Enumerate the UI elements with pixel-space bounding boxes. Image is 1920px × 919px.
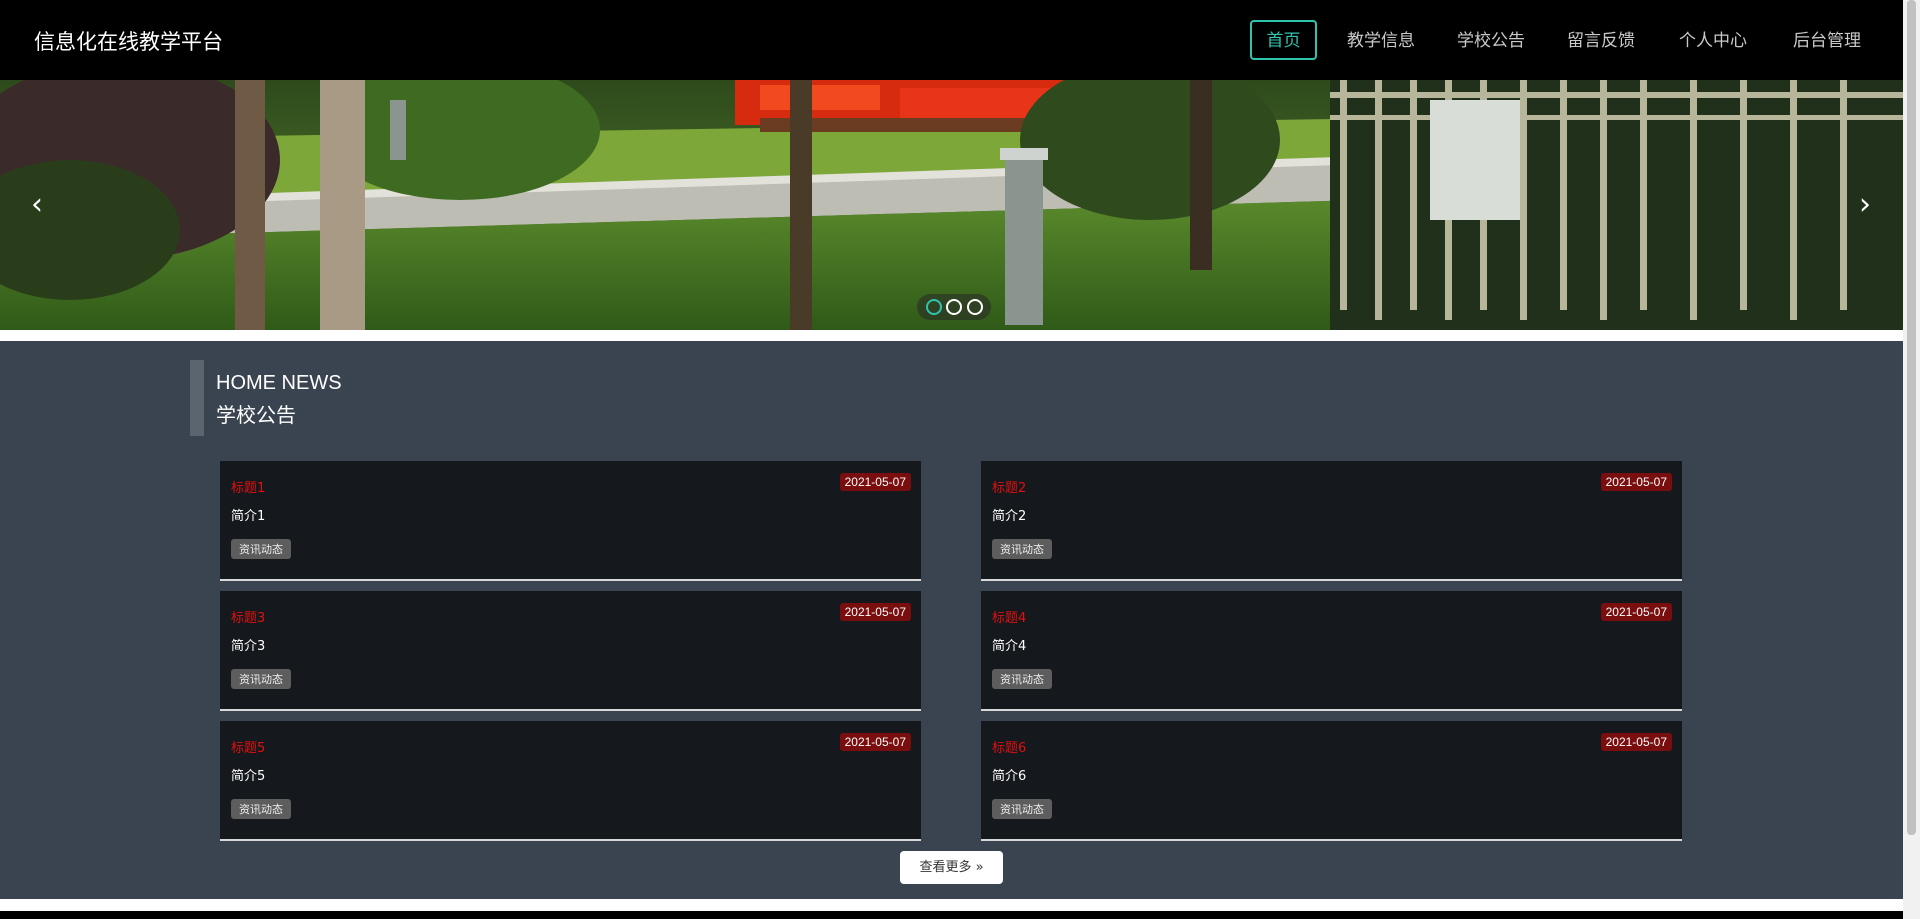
news-card-title[interactable]: 标题4 xyxy=(992,607,1026,626)
footer-bar xyxy=(0,911,1903,919)
news-card-desc: 简介1 xyxy=(231,509,266,524)
news-card-tag: 资讯动态 xyxy=(992,539,1052,559)
section-title-cn: 学校公告 xyxy=(216,403,296,427)
news-card-date: 2021-05-07 xyxy=(839,603,911,621)
news-card-desc: 简介4 xyxy=(992,639,1027,654)
nav-item-admin[interactable]: 后台管理 xyxy=(1785,20,1869,60)
page-scrollbar[interactable] xyxy=(1903,0,1920,919)
news-card-title[interactable]: 标题1 xyxy=(231,477,265,496)
news-card-title[interactable]: 标题3 xyxy=(231,607,265,626)
carousel-dot-2[interactable] xyxy=(946,299,962,315)
nav-item-school-notice[interactable]: 学校公告 xyxy=(1449,20,1533,60)
double-chevron-right-icon: » xyxy=(975,860,984,875)
news-card[interactable]: 标题1 2021-05-07 简介1 资讯动态 xyxy=(220,461,921,581)
carousel-next-icon[interactable]: › xyxy=(1850,190,1880,220)
carousel-dot-3[interactable] xyxy=(966,299,983,315)
news-card-title[interactable]: 标题2 xyxy=(992,477,1026,496)
nav-item-home[interactable]: 首页 xyxy=(1250,20,1317,60)
view-more-button[interactable]: 查看更多 » xyxy=(900,851,1003,884)
carousel-indicators xyxy=(917,294,991,320)
banner-image xyxy=(0,80,1903,330)
news-card[interactable]: 标题3 2021-05-07 简介3 资讯动态 xyxy=(220,591,921,711)
news-card-tag: 资讯动态 xyxy=(231,539,291,559)
news-section: HOME NEWS 学校公告 标题1 2021-05-07 简介1 资讯动态 标… xyxy=(0,341,1903,899)
news-card-desc: 简介3 xyxy=(231,639,266,654)
news-card-date: 2021-05-07 xyxy=(1600,473,1672,491)
news-card-desc: 简介6 xyxy=(992,769,1027,784)
scrollbar-thumb[interactable] xyxy=(1907,0,1916,835)
top-navbar: 信息化在线教学平台 首页 教学信息 学校公告 留言反馈 个人中心 后台管理 xyxy=(0,0,1903,80)
news-card-tag: 资讯动态 xyxy=(992,669,1052,689)
news-card-title[interactable]: 标题6 xyxy=(992,737,1026,756)
news-card-desc: 简介2 xyxy=(992,509,1027,524)
news-card[interactable]: 标题6 2021-05-07 简介6 资讯动态 xyxy=(981,721,1682,841)
divider xyxy=(0,330,1903,341)
news-card-tag: 资讯动态 xyxy=(231,799,291,819)
news-card-desc: 简介5 xyxy=(231,769,266,784)
news-card-tag: 资讯动态 xyxy=(231,669,291,689)
nav-item-personal-center[interactable]: 个人中心 xyxy=(1671,20,1755,60)
news-card-title[interactable]: 标题5 xyxy=(231,737,265,756)
site-brand[interactable]: 信息化在线教学平台 xyxy=(34,26,223,56)
news-card-date: 2021-05-07 xyxy=(1600,603,1672,621)
banner-carousel[interactable]: ‹ › xyxy=(0,80,1903,330)
section-title-en: HOME NEWS xyxy=(216,372,342,394)
section-title-bar xyxy=(190,360,204,436)
carousel-prev-icon[interactable]: ‹ xyxy=(22,190,52,220)
news-card-date: 2021-05-07 xyxy=(839,733,911,751)
nav-item-feedback[interactable]: 留言反馈 xyxy=(1559,20,1643,60)
view-more-label: 查看更多 xyxy=(919,860,972,875)
news-card-date: 2021-05-07 xyxy=(839,473,911,491)
page: 信息化在线教学平台 首页 教学信息 学校公告 留言反馈 个人中心 后台管理 ‹ … xyxy=(0,0,1903,919)
news-card[interactable]: 标题2 2021-05-07 简介2 资讯动态 xyxy=(981,461,1682,581)
news-card[interactable]: 标题5 2021-05-07 简介5 资讯动态 xyxy=(220,721,921,841)
carousel-dot-1[interactable] xyxy=(925,299,942,315)
news-card-tag: 资讯动态 xyxy=(992,799,1052,819)
footer-gap xyxy=(0,899,1903,911)
nav-item-teaching-info[interactable]: 教学信息 xyxy=(1339,20,1423,60)
news-card-date: 2021-05-07 xyxy=(1600,733,1672,751)
news-card[interactable]: 标题4 2021-05-07 简介4 资讯动态 xyxy=(981,591,1682,711)
